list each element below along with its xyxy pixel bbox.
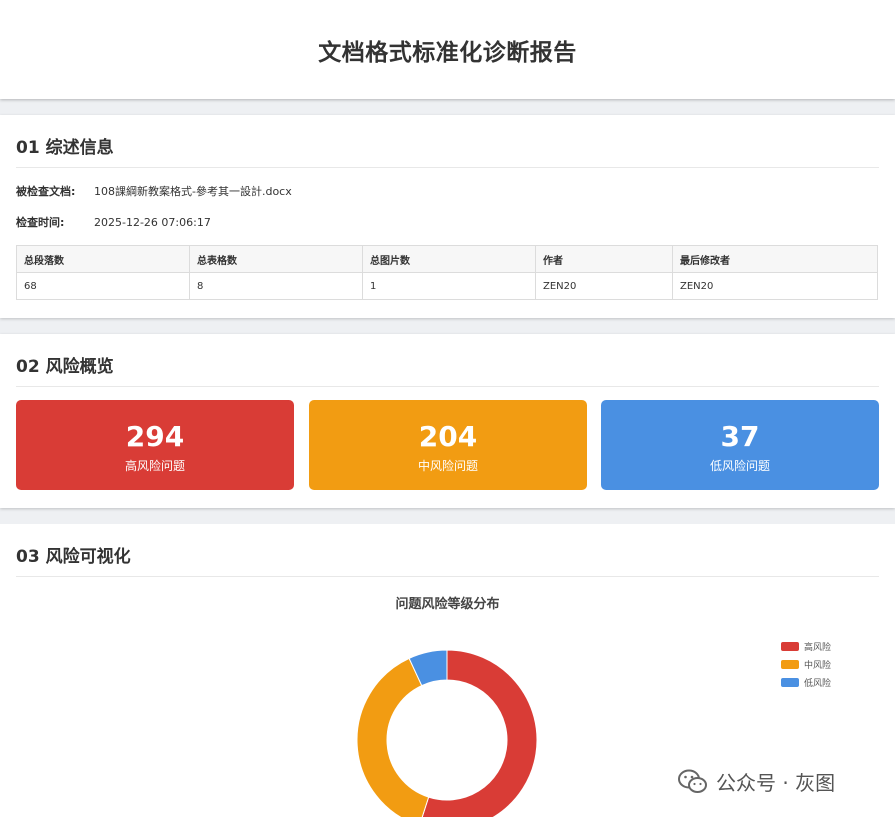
table-header-row: 总段落数 总表格数 总图片数 作者 最后修改者 — [16, 245, 878, 273]
header-paragraphs: 总段落数 — [16, 245, 190, 273]
overview-section: 02 风险概览 294 高风险问题 204 中风险问题 37 低风险问题 — [0, 334, 895, 508]
donut-slice-mid[interactable] — [356, 657, 430, 817]
low-risk-count: 37 — [720, 420, 760, 453]
high-risk-label: 高风险问题 — [124, 459, 185, 473]
cell-images: 1 — [362, 272, 536, 300]
low-risk-label: 低风险问题 — [709, 459, 770, 473]
file-info-row: 被检查文档: 108課綱新教案格式-參考其一設計.docx — [16, 183, 292, 199]
low-risk-card: 37 低风险问题 — [601, 400, 879, 490]
summary-section: 01 综述信息 被检查文档: 108課綱新教案格式-參考其一設計.docx 检查时… — [0, 115, 895, 318]
cell-paragraphs: 68 — [16, 272, 190, 300]
summary-section-title: 01 综述信息 — [16, 133, 879, 168]
cell-author: ZEN20 — [535, 272, 673, 300]
header-images: 总图片数 — [362, 245, 536, 273]
file-label: 被检查文档: — [16, 185, 76, 198]
legend-label-low: 低风险 — [804, 678, 832, 689]
legend-label-mid: 中风险 — [804, 660, 832, 671]
file-value: 108課綱新教案格式-參考其一設計.docx — [94, 185, 292, 198]
cell-tables: 8 — [189, 272, 363, 300]
cell-last-modifier: ZEN20 — [672, 272, 878, 300]
legend-label-high: 高风险 — [804, 642, 832, 653]
report-header: 文档格式标准化诊断报告 — [0, 0, 895, 99]
chart-legend[interactable]: 高风险 中风险 低风险 — [781, 637, 831, 691]
legend-item-low[interactable]: 低风险 — [781, 673, 831, 691]
page-title: 文档格式标准化诊断报告 — [318, 39, 577, 66]
mid-risk-label: 中风险问题 — [417, 459, 478, 473]
legend-swatch-mid — [781, 659, 799, 669]
header-last-modifier: 最后修改者 — [672, 245, 878, 273]
overview-section-title: 02 风险概览 — [16, 352, 879, 387]
time-info-row: 检查时间: 2025-12-26 07:06:17 — [16, 214, 211, 230]
mid-risk-count: 204 — [418, 420, 478, 453]
legend-item-high[interactable]: 高风险 — [781, 637, 831, 655]
time-label: 检查时间: — [16, 216, 65, 229]
watermark-text: 公众号 · 灰图 — [716, 771, 836, 795]
header-author: 作者 — [535, 245, 673, 273]
high-risk-card: 294 高风险问题 — [16, 400, 294, 490]
stats-table: 总段落数 总表格数 总图片数 作者 最后修改者 68 8 1 ZEN20 ZEN… — [16, 245, 878, 300]
mid-risk-card: 204 中风险问题 — [309, 400, 587, 490]
table-row: 68 8 1 ZEN20 ZEN20 — [16, 272, 878, 300]
time-value: 2025-12-26 07:06:17 — [94, 216, 211, 229]
legend-swatch-low — [781, 677, 799, 687]
legend-swatch-high — [781, 641, 799, 651]
high-risk-count: 294 — [125, 420, 185, 453]
header-tables: 总表格数 — [189, 245, 363, 273]
legend-item-mid[interactable]: 中风险 — [781, 655, 831, 673]
wechat-icon — [678, 769, 707, 793]
watermark: 公众号 · 灰图 — [678, 767, 835, 796]
